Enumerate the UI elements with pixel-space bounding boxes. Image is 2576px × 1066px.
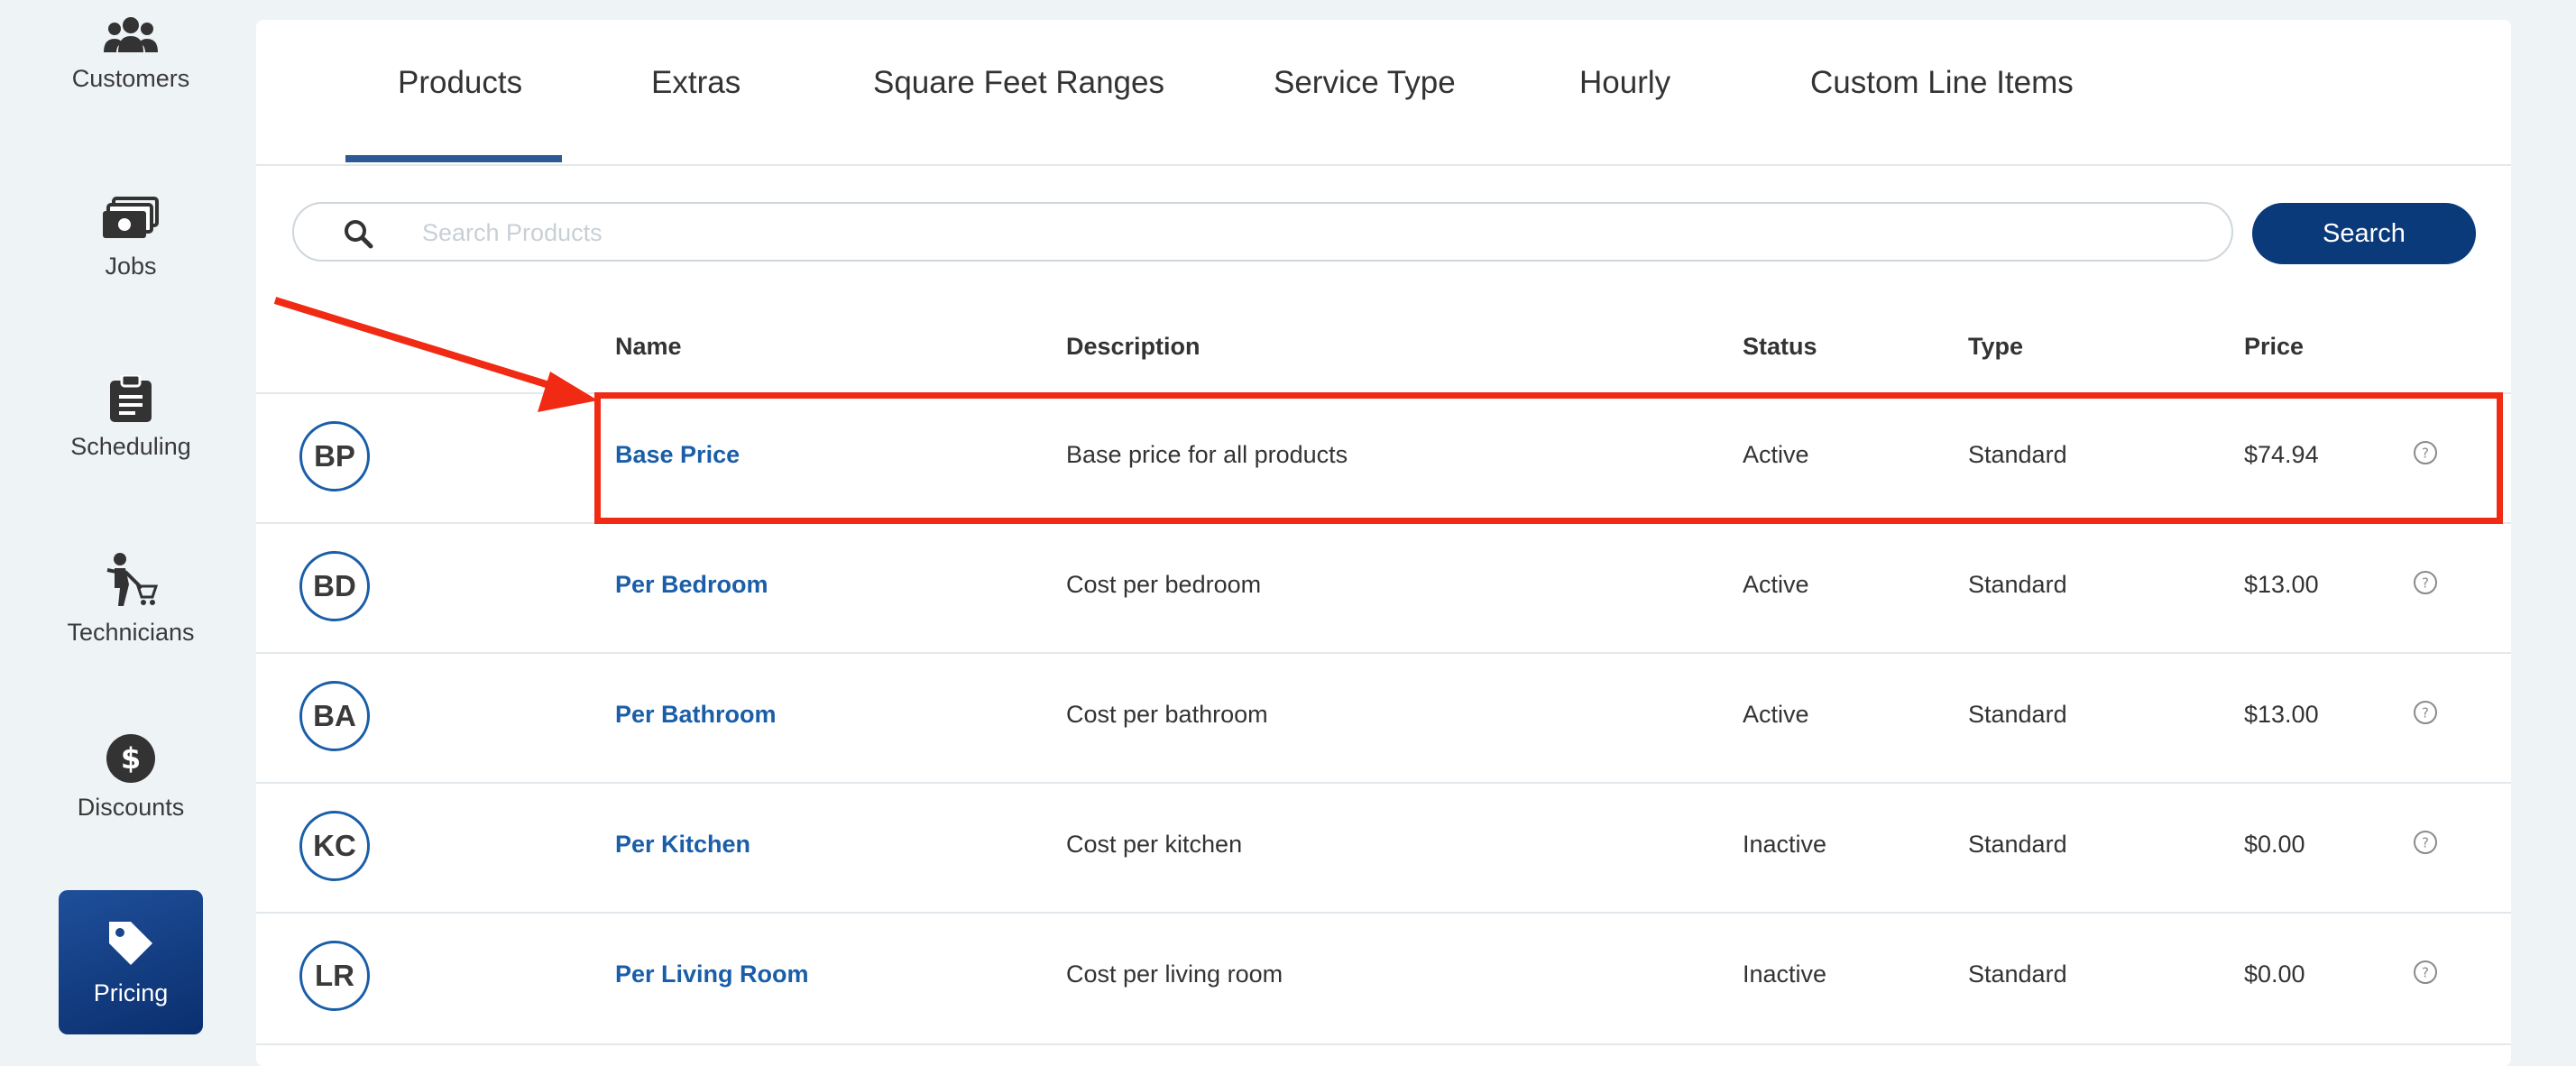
sidebar-item-label: Pricing [93,979,169,1006]
avatar: BA [299,681,370,751]
table-row[interactable]: BD Per Bedroom Cost per bedroom Active S… [256,522,2511,654]
table-row[interactable]: BA Per Bathroom Cost per bathroom Active… [256,652,2511,784]
svg-text:?: ? [2422,575,2429,592]
sidebar-item-label: Jobs [105,253,157,280]
column-header-price[interactable]: Price [2244,333,2304,361]
price-text: $0.00 [2244,831,2305,858]
help-icon[interactable]: ? [2412,699,2439,726]
product-name-link[interactable]: Per Bathroom [615,701,777,729]
help-icon[interactable]: ? [2412,829,2439,856]
product-description: Cost per bedroom [1066,571,1262,598]
sidebar-item-label: Scheduling [70,433,191,460]
product-description: Cost per kitchen [1066,831,1243,858]
pricing-card: Products Extras Square Feet Ranges Servi… [256,20,2511,1066]
sidebar-item-label: Customers [71,65,190,92]
avatar: KC [299,811,370,881]
type-text: Standard [1968,831,2067,858]
svg-text:?: ? [2422,835,2429,851]
search-box [292,202,2233,262]
search-button[interactable]: Search [2252,203,2476,264]
tag-icon [109,921,152,965]
column-header-name[interactable]: Name [615,333,682,361]
table-row[interactable]: LR Per Living Room Cost per living room … [256,912,2511,1045]
active-tab-indicator [345,155,562,162]
search-icon [345,220,373,249]
type-text: Standard [1968,571,2067,598]
help-icon[interactable]: ? [2412,959,2439,986]
type-text: Standard [1968,701,2067,728]
status-text: Active [1743,571,1809,598]
customers-icon [104,17,158,52]
tab-hourly[interactable]: Hourly [1579,65,1670,101]
sidebar-item-technicians[interactable]: Technicians [0,552,262,647]
product-description: Base price for all products [1066,441,1348,468]
dollar-circle-icon: $ [106,734,155,783]
product-name-link[interactable]: Per Kitchen [615,831,750,859]
tab-service-type[interactable]: Service Type [1274,65,1456,101]
avatar: LR [299,941,370,1011]
status-text: Active [1743,701,1809,728]
product-name-link[interactable]: Per Bedroom [615,571,768,599]
svg-text:?: ? [2422,965,2429,981]
sidebar-item-discounts[interactable]: $ Discounts [0,734,262,822]
sidebar-item-customers[interactable]: Customers [0,16,262,93]
jobs-icon [103,197,159,238]
sidebar-item-jobs[interactable]: Jobs [0,197,262,280]
table-row[interactable]: BP Base Price Base price for all product… [256,392,2511,524]
type-text: Standard [1968,960,2067,988]
tab-square-feet-ranges[interactable]: Square Feet Ranges [873,65,1164,101]
sidebar-item-pricing[interactable]: Pricing [59,890,203,1034]
column-header-type[interactable]: Type [1968,333,2023,361]
tab-bar: Products Extras Square Feet Ranges Servi… [256,20,2511,166]
tab-extras[interactable]: Extras [651,65,741,101]
svg-text:?: ? [2422,705,2429,721]
clipboard-icon [110,375,152,422]
help-icon[interactable]: ? [2412,569,2439,596]
product-description: Cost per living room [1066,960,1283,988]
technician-icon [106,553,159,606]
status-text: Inactive [1743,960,1827,988]
status-text: Inactive [1743,831,1827,858]
avatar: BP [299,421,370,492]
status-text: Active [1743,441,1809,468]
price-text: $74.94 [2244,441,2319,468]
tab-custom-line-items[interactable]: Custom Line Items [1810,65,2074,101]
svg-text:?: ? [2422,446,2429,462]
search-input[interactable] [420,211,2192,254]
sidebar-item-label: Discounts [77,794,185,821]
product-name-link[interactable]: Per Living Room [615,960,809,988]
price-text: $13.00 [2244,701,2319,728]
column-header-description[interactable]: Description [1066,333,1201,361]
product-description: Cost per bathroom [1066,701,1268,728]
product-name-link[interactable]: Base Price [615,441,740,469]
sidebar-item-scheduling[interactable]: Scheduling [0,375,262,461]
sidebar: Customers Jobs Scheduling Technicians $ … [0,0,262,1048]
type-text: Standard [1968,441,2067,468]
svg-text:$: $ [121,741,141,776]
column-header-status[interactable]: Status [1743,333,1817,361]
price-text: $0.00 [2244,960,2305,988]
price-text: $13.00 [2244,571,2319,598]
tab-products[interactable]: Products [398,65,522,101]
help-icon[interactable]: ? [2412,439,2439,466]
sidebar-item-label: Technicians [67,619,195,646]
avatar: BD [299,551,370,621]
table-row[interactable]: KC Per Kitchen Cost per kitchen Inactive… [256,782,2511,914]
